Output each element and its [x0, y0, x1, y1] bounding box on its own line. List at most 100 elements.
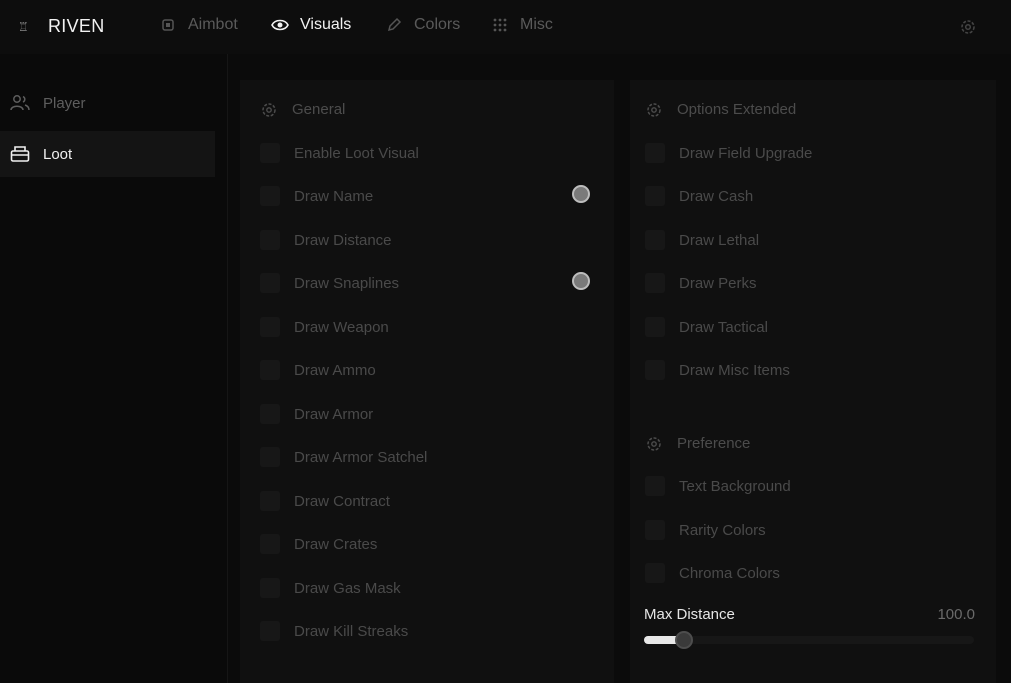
checkbox[interactable]: [260, 360, 280, 380]
checkbox[interactable]: [260, 491, 280, 511]
eye-icon: [270, 18, 290, 32]
brand: ♖ RIVEN: [18, 16, 105, 37]
tab-label: Colors: [414, 16, 461, 33]
sidebar-item-player[interactable]: Player: [0, 80, 215, 126]
tab-visuals[interactable]: Visuals: [270, 16, 351, 34]
tab-misc[interactable]: Misc: [490, 16, 553, 34]
option-label: Draw Weapon: [294, 318, 389, 336]
option-label: Draw Contract: [294, 492, 390, 510]
checkbox[interactable]: [645, 563, 665, 583]
option-label: Draw Crates: [294, 535, 378, 553]
option-label: Enable Loot Visual: [294, 144, 419, 162]
option-label: Rarity Colors: [679, 521, 766, 539]
option-draw-crates[interactable]: Draw Crates: [260, 533, 377, 555]
option-label: Draw Snaplines: [294, 274, 400, 292]
checkbox[interactable]: [645, 520, 665, 540]
section-title: Options Extended: [677, 101, 797, 118]
option-chroma-colors[interactable]: Chroma Colors: [645, 562, 780, 584]
max-distance-value: 100.0: [937, 606, 975, 623]
option-draw-cash[interactable]: Draw Cash: [645, 185, 753, 207]
checkbox[interactable]: [645, 143, 665, 163]
checkbox[interactable]: [645, 360, 665, 380]
option-rarity-colors[interactable]: Rarity Colors: [645, 519, 766, 541]
app-title: RIVEN: [48, 16, 105, 36]
option-label: Draw Armor: [294, 405, 374, 423]
option-label: Draw Distance: [294, 231, 392, 249]
option-text-background[interactable]: Text Background: [645, 475, 791, 497]
checkbox[interactable]: [260, 186, 280, 206]
users-icon: [10, 94, 30, 112]
section-general: General: [260, 101, 345, 118]
option-label: Draw Name: [294, 187, 374, 205]
checkbox[interactable]: [260, 621, 280, 641]
section-options-extended: Options Extended: [645, 101, 796, 118]
pen-icon: [384, 17, 404, 33]
option-draw-misc-items[interactable]: Draw Misc Items: [645, 359, 790, 381]
tab-colors[interactable]: Colors: [384, 16, 460, 34]
option-label: Draw Armor Satchel: [294, 448, 428, 466]
checkbox[interactable]: [260, 578, 280, 598]
checkbox[interactable]: [645, 186, 665, 206]
checkbox[interactable]: [260, 534, 280, 554]
option-label: Draw Lethal: [679, 231, 760, 249]
tab-label: Misc: [520, 16, 553, 33]
option-draw-gas-mask[interactable]: Draw Gas Mask: [260, 577, 401, 599]
max-distance-label: Max Distance: [644, 606, 735, 623]
checkbox[interactable]: [260, 230, 280, 250]
top-bar: ♖ RIVEN Aimbot Visuals Colors Misc: [0, 0, 1011, 54]
gear-icon: [645, 436, 663, 452]
checkbox[interactable]: [645, 476, 665, 496]
gear-icon: [260, 102, 278, 118]
checkbox[interactable]: [645, 317, 665, 337]
section-preference: Preference: [645, 435, 750, 452]
option-draw-armor[interactable]: Draw Armor: [260, 403, 373, 425]
draw-name-radio[interactable]: [572, 185, 590, 203]
option-draw-lethal[interactable]: Draw Lethal: [645, 229, 759, 251]
checkbox[interactable]: [260, 143, 280, 163]
option-draw-name[interactable]: Draw Name: [260, 185, 373, 207]
option-label: Draw Perks: [679, 274, 757, 292]
option-label: Text Background: [679, 477, 791, 495]
option-label: Draw Kill Streaks: [294, 622, 409, 640]
option-draw-armor-satchel[interactable]: Draw Armor Satchel: [260, 446, 427, 468]
checkbox[interactable]: [260, 273, 280, 293]
option-draw-distance[interactable]: Draw Distance: [260, 229, 392, 251]
option-draw-snaplines[interactable]: Draw Snaplines: [260, 272, 399, 294]
option-label: Draw Tactical: [679, 318, 768, 336]
option-label: Draw Field Upgrade: [679, 144, 813, 162]
option-draw-field-upgrade[interactable]: Draw Field Upgrade: [645, 142, 812, 164]
package-icon: [10, 145, 30, 163]
option-draw-contract[interactable]: Draw Contract: [260, 490, 390, 512]
option-label: Chroma Colors: [679, 564, 780, 582]
settings-gear-icon[interactable]: [959, 18, 977, 36]
section-title: General: [292, 101, 346, 118]
checkbox[interactable]: [645, 230, 665, 250]
section-title: Preference: [677, 435, 751, 452]
option-draw-ammo[interactable]: Draw Ammo: [260, 359, 376, 381]
cpu-icon: [158, 17, 178, 33]
max-distance-slider[interactable]: [644, 631, 974, 649]
riven-logo-icon: ♖: [18, 19, 29, 34]
tab-aimbot[interactable]: Aimbot: [158, 16, 238, 34]
option-label: Draw Cash: [679, 187, 754, 205]
option-draw-kill-streaks[interactable]: Draw Kill Streaks: [260, 620, 408, 642]
dots-grid-icon: [490, 17, 510, 33]
option-enable-loot-visual[interactable]: Enable Loot Visual: [260, 142, 419, 164]
sidebar-item-loot[interactable]: Loot: [0, 131, 215, 177]
option-draw-weapon[interactable]: Draw Weapon: [260, 316, 389, 338]
options-panel: [630, 80, 996, 683]
slider-thumb[interactable]: [675, 631, 693, 649]
gear-icon: [645, 102, 663, 118]
tab-label: Aimbot: [188, 16, 238, 33]
option-label: Draw Ammo: [294, 361, 376, 379]
checkbox[interactable]: [260, 404, 280, 424]
option-draw-perks[interactable]: Draw Perks: [645, 272, 757, 294]
option-label: Draw Misc Items: [679, 361, 790, 379]
sidebar-item-label: Player: [43, 94, 86, 112]
checkbox[interactable]: [260, 317, 280, 337]
checkbox[interactable]: [645, 273, 665, 293]
option-draw-tactical[interactable]: Draw Tactical: [645, 316, 768, 338]
option-label: Draw Gas Mask: [294, 579, 401, 597]
draw-snaplines-radio[interactable]: [572, 272, 590, 290]
checkbox[interactable]: [260, 447, 280, 467]
